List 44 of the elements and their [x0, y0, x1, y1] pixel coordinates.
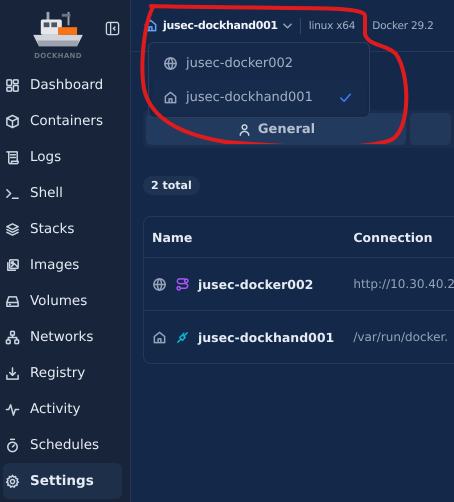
nav-item[interactable]: Images: [3, 247, 122, 283]
nav-item[interactable]: Shell: [3, 175, 122, 211]
network-icon: [5, 330, 20, 344]
nav-item[interactable]: Stacks: [3, 211, 122, 247]
image-icon: [5, 258, 20, 272]
globe-icon: [152, 276, 167, 292]
timer-icon: [5, 438, 20, 452]
total-badge: 2 total: [143, 176, 200, 195]
pulse-icon: [5, 402, 20, 416]
drive-icon: [5, 294, 20, 308]
chevron-down-icon[interactable]: [282, 22, 292, 28]
house-icon: [163, 90, 178, 104]
nav-item[interactable]: Networks: [3, 319, 122, 355]
environment-selector[interactable]: jusec-dockhand001: [143, 18, 292, 33]
nav-item[interactable]: Activity: [3, 391, 122, 427]
settings-icon: [5, 474, 20, 488]
house-icon: [152, 330, 167, 344]
nav-item[interactable]: Registry: [3, 355, 122, 391]
column-header: Name: [144, 217, 346, 258]
grid-icon: [5, 78, 20, 92]
download-icon: [5, 366, 20, 380]
scroll-icon: [5, 150, 20, 164]
plug-icon: [175, 330, 190, 344]
nav-item[interactable]: Dashboard: [3, 67, 122, 103]
info-label: Docker 29.2: [372, 20, 434, 32]
environment-name[interactable]: jusec-dockhand001: [198, 330, 334, 344]
menu-item[interactable]: jusec-docker002: [153, 46, 365, 80]
route-icon: [175, 276, 190, 292]
nav-item[interactable]: Containers: [3, 103, 122, 139]
nav-item[interactable]: Settings: [3, 463, 122, 499]
nav-item[interactable]: Schedules: [3, 427, 122, 463]
house-icon: [143, 18, 158, 33]
sidebar-toggle-icon[interactable]: [105, 21, 120, 36]
nav-item[interactable]: Logs: [3, 139, 122, 175]
people-icon: [236, 122, 252, 136]
cube-icon: [5, 114, 20, 128]
layers-icon: [5, 222, 20, 236]
nav-item[interactable]: Volumes: [3, 283, 122, 319]
column-header: Connection: [345, 217, 454, 258]
table-cell: /var/run/docker.: [345, 310, 454, 363]
table-cell: http://10.30.40.2: [345, 258, 454, 310]
info-label: linux x64: [308, 20, 356, 32]
globe-icon: [163, 56, 178, 70]
environment-name[interactable]: jusec-docker002: [198, 276, 314, 292]
